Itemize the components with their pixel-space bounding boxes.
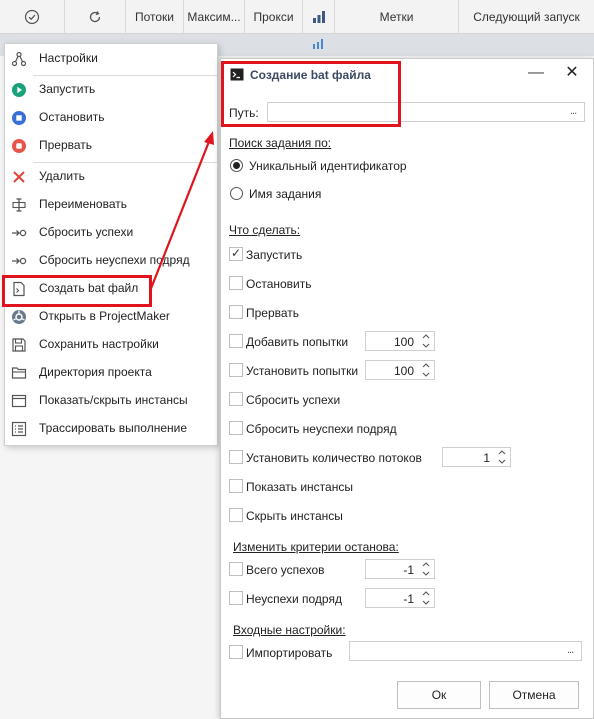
annotation-arrow — [148, 131, 214, 292]
